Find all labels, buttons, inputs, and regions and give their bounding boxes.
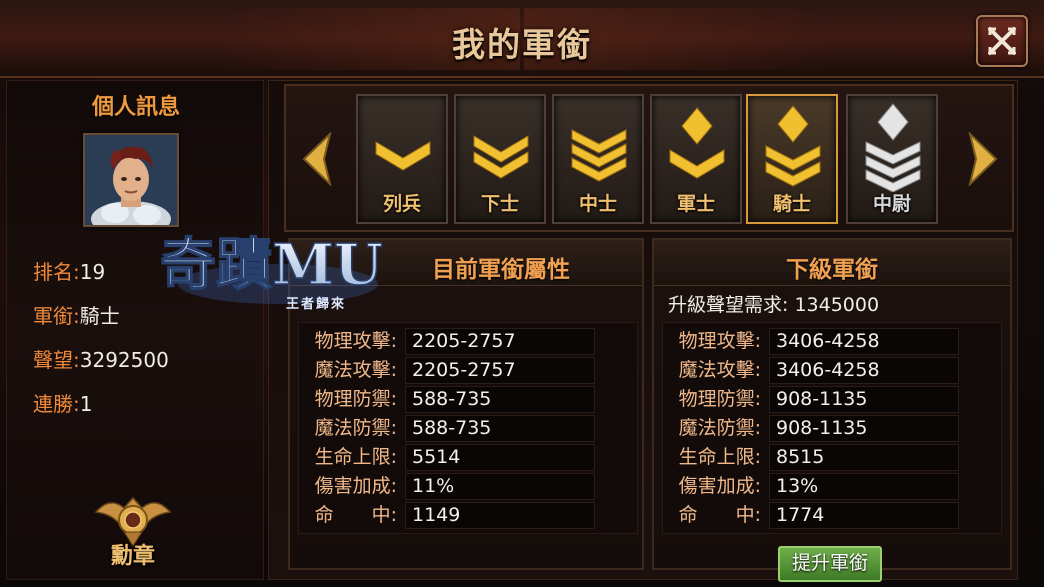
next-rank-title: 下級軍銜 — [786, 257, 878, 283]
medal-label: 勳章 — [110, 544, 155, 569]
attr-key: 魔法防禦: — [314, 417, 397, 439]
attr-key: 物理防禦: — [678, 388, 761, 410]
diamond-chevron-2-icon — [765, 105, 821, 187]
avatar[interactable] — [83, 133, 179, 227]
next-rank-box: 下級軍銜 升級聲望需求: 1345000 物理攻擊: 3406-4258 魔法攻… — [652, 238, 1012, 570]
chevron-2-icon — [473, 135, 529, 179]
page-title: 我的軍銜 — [452, 25, 592, 64]
stat-winstreak-label: 連勝: — [33, 392, 80, 416]
prestige-requirement: 升級聲望需求: 1345000 — [668, 294, 880, 316]
attr-value: 2205-2757 — [405, 328, 595, 355]
attr-row: 命 中: 1149 — [299, 501, 639, 530]
attr-value: 1774 — [769, 502, 959, 529]
rank-card-knight[interactable]: 騎士 — [746, 94, 838, 224]
attr-value: 11% — [405, 473, 595, 500]
attr-value: 588-735 — [405, 386, 595, 413]
attr-key: 魔法攻擊: — [678, 359, 761, 381]
stat-rank-label: 排名: — [33, 260, 80, 284]
diamond-chevron-1-icon — [669, 107, 725, 179]
logo-title: 奇蹟MU — [160, 232, 383, 298]
arrow-left-icon — [302, 130, 332, 188]
rank-name: 軍士 — [676, 193, 715, 215]
stat-winstreak-value: 1 — [79, 392, 93, 416]
stat-prestige: 聲望:3292500 — [33, 344, 169, 373]
rank-name: 列兵 — [382, 193, 421, 215]
attr-key: 傷害加成: — [678, 475, 761, 497]
rank-name: 中士 — [578, 193, 617, 215]
game-logo: 奇蹟MU 王者歸來 — [159, 231, 383, 312]
attr-row: 魔法防禦: 908-1135 — [663, 414, 1003, 443]
next-rank-header: 下級軍銜 — [654, 240, 1010, 286]
rank-card-private[interactable]: 列兵 — [356, 94, 448, 224]
arrow-right-icon — [968, 130, 998, 188]
scroll-right-button[interactable] — [966, 130, 1000, 188]
stat-rank: 排名:19 — [33, 256, 105, 285]
stat-title: 軍銜:騎士 — [33, 300, 120, 329]
attr-key: 生命上限: — [314, 446, 397, 468]
rank-name: 騎士 — [772, 193, 811, 215]
rank-name: 中尉 — [872, 193, 911, 215]
attr-value: 2205-2757 — [405, 357, 595, 384]
stat-prestige-value: 3292500 — [79, 348, 169, 372]
attr-value: 8515 — [769, 444, 959, 471]
stat-title-value: 騎士 — [79, 304, 120, 328]
attr-key: 傷害加成: — [314, 475, 397, 497]
attr-row: 物理攻擊: 2205-2757 — [299, 327, 639, 356]
attr-value: 908-1135 — [769, 386, 959, 413]
attr-key: 命 中: — [678, 504, 761, 526]
scroll-left-button[interactable] — [300, 130, 334, 188]
attr-row: 生命上限: 8515 — [663, 443, 1003, 472]
upgrade-rank-button[interactable]: 提升軍銜 — [778, 546, 882, 582]
attr-key: 魔法攻擊: — [314, 359, 397, 381]
stat-prestige-label: 聲望: — [33, 348, 80, 372]
attr-key: 魔法防禦: — [678, 417, 761, 439]
attr-row: 物理防禦: 908-1135 — [663, 385, 1003, 414]
game-logo-watermark: 奇蹟MU 王者歸來 — [158, 214, 388, 314]
rank-name: 下士 — [480, 193, 519, 215]
attr-value: 3406-4258 — [769, 328, 959, 355]
close-button[interactable] — [976, 15, 1028, 67]
rank-card-sergeant[interactable]: 中士 — [552, 94, 644, 224]
attr-value: 1149 — [405, 502, 595, 529]
avatar-portrait — [85, 135, 177, 225]
attr-value: 13% — [769, 473, 959, 500]
attr-value: 588-735 — [405, 415, 595, 442]
rank-card-corporal[interactable]: 下士 — [454, 94, 546, 224]
stat-rank-value: 19 — [79, 260, 106, 284]
stat-winstreak: 連勝:1 — [33, 388, 92, 417]
personal-info-title: 個人訊息 — [91, 95, 180, 120]
chevron-1-icon — [375, 141, 431, 171]
attr-key: 生命上限: — [678, 446, 761, 468]
rank-card-staff-sergeant[interactable]: 軍士 — [650, 94, 742, 224]
attr-key: 物理攻擊: — [314, 330, 397, 352]
stat-title-label: 軍銜: — [33, 304, 80, 328]
attr-row: 物理攻擊: 3406-4258 — [663, 327, 1003, 356]
attr-row: 命 中: 1774 — [663, 501, 1003, 530]
attr-row: 傷害加成: 11% — [299, 472, 639, 501]
attr-row: 魔法攻擊: 3406-4258 — [663, 356, 1003, 385]
attr-value: 908-1135 — [769, 415, 959, 442]
chevron-3-icon — [571, 129, 627, 182]
attr-key: 物理攻擊: — [678, 330, 761, 352]
attr-value: 5514 — [405, 444, 595, 471]
close-icon — [988, 27, 1016, 55]
attr-key: 命 中: — [314, 504, 397, 526]
attr-value: 3406-4258 — [769, 357, 959, 384]
diamond-chevron-3-icon — [865, 103, 921, 192]
attr-row: 物理防禦: 588-735 — [299, 385, 639, 414]
current-attr-table: 物理攻擊: 2205-2757 魔法攻擊: 2205-2757 物理防禦: 58… — [298, 322, 638, 534]
attr-row: 魔法攻擊: 2205-2757 — [299, 356, 639, 385]
attr-row: 魔法防禦: 588-735 — [299, 414, 639, 443]
logo-subtitle: 王者歸來 — [286, 296, 346, 312]
next-attr-table: 物理攻擊: 3406-4258 魔法攻擊: 3406-4258 物理防禦: 90… — [662, 322, 1002, 534]
attr-row: 生命上限: 5514 — [299, 443, 639, 472]
rank-card-lieutenant[interactable]: 中尉 — [846, 94, 938, 224]
attr-key: 物理防禦: — [314, 388, 397, 410]
attr-row: 傷害加成: 13% — [663, 472, 1003, 501]
